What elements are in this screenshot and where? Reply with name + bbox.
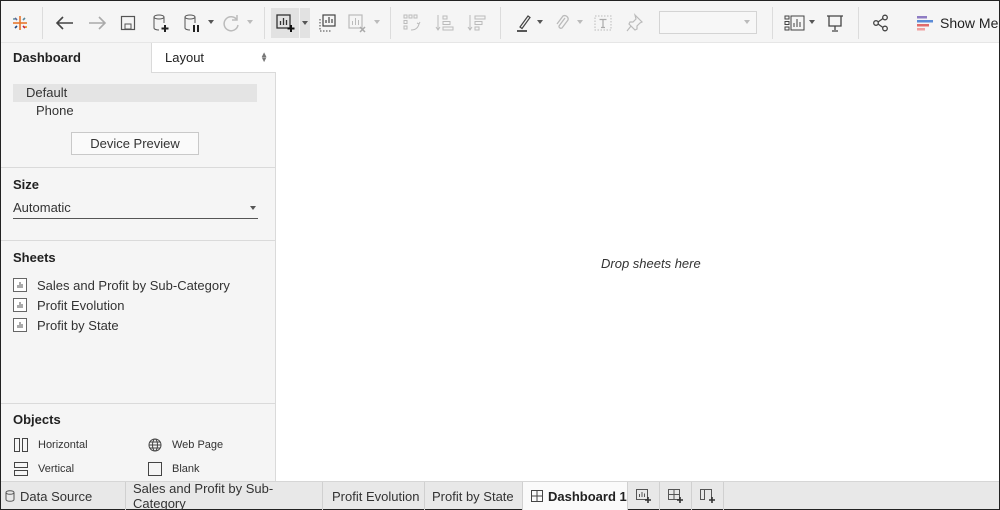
sheet-item[interactable]: Profit by State bbox=[13, 316, 119, 334]
toolbar-separator bbox=[264, 7, 265, 39]
object-web-page[interactable]: Web Page bbox=[148, 436, 223, 454]
pause-dropdown-caret[interactable] bbox=[208, 20, 214, 24]
object-horizontal[interactable]: Horizontal bbox=[14, 436, 88, 454]
new-dashboard-tab-icon[interactable] bbox=[660, 482, 692, 510]
tab-label: Profit Evolution bbox=[332, 488, 420, 504]
size-select[interactable]: Automatic bbox=[13, 200, 258, 219]
share-icon[interactable] bbox=[869, 9, 893, 37]
swap-rows-columns-icon[interactable] bbox=[401, 9, 423, 37]
toolbar-separator bbox=[42, 7, 43, 39]
refresh-dropdown-caret[interactable] bbox=[247, 20, 253, 24]
object-label: Blank bbox=[172, 463, 200, 475]
tab-label: Sales and Profit by Sub-Category bbox=[133, 481, 274, 510]
object-label: Web Page bbox=[172, 439, 224, 451]
device-default[interactable]: Default bbox=[13, 84, 257, 102]
sheets-title: Sheets bbox=[13, 250, 56, 265]
toolbar-separator bbox=[772, 7, 773, 39]
tab-label: Dashboard 1 bbox=[548, 488, 627, 504]
toolbar-separator bbox=[858, 7, 859, 39]
save-icon[interactable] bbox=[118, 9, 138, 37]
web-page-icon bbox=[148, 438, 162, 452]
new-worksheet-icon[interactable] bbox=[271, 8, 299, 38]
tab-layout-label: Layout bbox=[165, 50, 205, 65]
device-preview-button[interactable]: Device Preview bbox=[71, 132, 199, 155]
worksheet-icon bbox=[13, 318, 27, 332]
fit-select[interactable] bbox=[659, 11, 757, 34]
up-down-arrows-icon: ▲ ▼ bbox=[260, 50, 268, 64]
worksheet-icon bbox=[13, 278, 27, 292]
objects-title: Objects bbox=[13, 412, 61, 427]
tableau-logo-icon[interactable] bbox=[9, 9, 31, 37]
tab-data-source[interactable]: Data Source bbox=[1, 482, 126, 510]
drop-sheets-hint[interactable]: Drop sheets here bbox=[601, 256, 701, 271]
horizontal-container-icon bbox=[14, 438, 28, 452]
fit-select-caret bbox=[744, 20, 750, 24]
new-story-tab-icon[interactable] bbox=[692, 482, 724, 510]
tab-label: Profit by State bbox=[432, 488, 514, 504]
divider bbox=[1, 403, 275, 404]
divider bbox=[1, 240, 275, 241]
show-cards-dropdown-caret[interactable] bbox=[809, 20, 815, 24]
object-vertical[interactable]: Vertical bbox=[14, 460, 74, 478]
sheet-item-label: Sales and Profit by Sub-Category bbox=[37, 277, 230, 293]
sort-ascending-icon[interactable] bbox=[434, 9, 456, 37]
sheet-item[interactable]: Sales and Profit by Sub-Category bbox=[13, 276, 230, 294]
new-worksheet-dropdown[interactable] bbox=[300, 8, 310, 38]
duplicate-sheet-icon[interactable] bbox=[316, 9, 338, 37]
fix-axes-icon[interactable] bbox=[623, 9, 645, 37]
new-data-source-icon[interactable] bbox=[150, 9, 172, 37]
sheet-tabs-bar: Data Source Sales and Profit by Sub-Cate… bbox=[1, 481, 999, 510]
highlight-icon[interactable] bbox=[512, 9, 534, 37]
clear-dropdown-caret[interactable] bbox=[374, 20, 380, 24]
group-members-icon[interactable] bbox=[551, 9, 573, 37]
device-phone[interactable]: Phone bbox=[36, 103, 74, 118]
object-label: Horizontal bbox=[38, 439, 88, 451]
show-cards-icon[interactable] bbox=[783, 9, 807, 37]
undo-icon[interactable] bbox=[53, 9, 77, 37]
tab-sheet[interactable]: Profit by State bbox=[425, 482, 523, 510]
tab-sheet[interactable]: Sales and Profit by Sub-Category bbox=[126, 481, 323, 510]
blank-icon bbox=[148, 462, 162, 476]
toolbar-separator bbox=[500, 7, 501, 39]
dashboard-icon bbox=[531, 490, 543, 502]
tab-label: Data Source bbox=[20, 488, 93, 504]
presentation-mode-icon[interactable] bbox=[823, 9, 847, 37]
highlight-dropdown-caret[interactable] bbox=[537, 20, 543, 24]
toolbar-separator bbox=[390, 7, 391, 39]
size-value: Automatic bbox=[13, 200, 71, 215]
sheet-item-label: Profit Evolution bbox=[37, 297, 125, 313]
sort-descending-icon[interactable] bbox=[466, 9, 488, 37]
show-mark-labels-icon[interactable] bbox=[592, 9, 614, 37]
sheet-item[interactable]: Profit Evolution bbox=[13, 296, 124, 314]
divider bbox=[1, 167, 275, 168]
size-caret bbox=[250, 206, 256, 210]
database-icon bbox=[5, 490, 15, 502]
show-me-button[interactable]: Show Me bbox=[917, 11, 998, 35]
sheet-item-label: Profit by State bbox=[37, 317, 119, 333]
object-blank[interactable]: Blank bbox=[148, 460, 200, 478]
pause-auto-updates-icon[interactable] bbox=[181, 9, 203, 37]
object-label: Vertical bbox=[38, 463, 75, 475]
toolbar: Show Me bbox=[1, 1, 999, 43]
show-me-label: Show Me bbox=[940, 15, 999, 31]
new-worksheet-tab-icon[interactable] bbox=[628, 482, 660, 510]
tab-dashboard-1[interactable]: Dashboard 1 bbox=[523, 482, 628, 510]
tab-dashboard[interactable]: Dashboard bbox=[13, 50, 81, 65]
vertical-container-icon bbox=[14, 462, 28, 476]
group-dropdown-caret[interactable] bbox=[577, 20, 583, 24]
dashboard-panel: Dashboard Layout ▲ ▼ Default Phone Device… bbox=[1, 43, 276, 481]
refresh-data-source-icon[interactable] bbox=[220, 9, 242, 37]
size-title: Size bbox=[13, 177, 40, 192]
redo-icon[interactable] bbox=[85, 9, 109, 37]
worksheet-icon bbox=[13, 298, 27, 312]
tab-sheet[interactable]: Profit Evolution bbox=[323, 482, 425, 510]
show-me-icon bbox=[917, 16, 933, 31]
clear-sheet-icon[interactable] bbox=[346, 9, 368, 37]
tab-layout[interactable]: Layout ▲ ▼ bbox=[151, 43, 276, 73]
